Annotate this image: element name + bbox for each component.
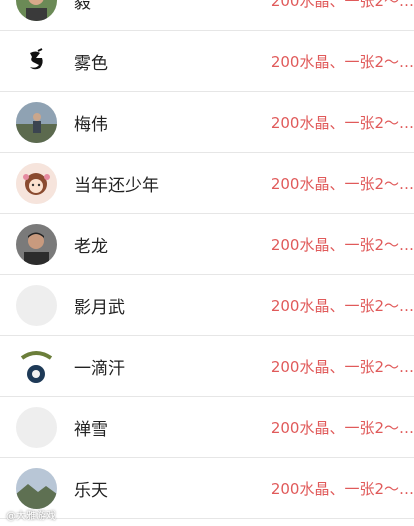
avatar[interactable] xyxy=(16,163,57,204)
list-item[interactable]: 一滴汗 200水晶、一张2～… xyxy=(0,336,414,397)
calligraphy-glyph-icon xyxy=(16,41,57,82)
user-list: 毅 200水晶、一张2～… 雾色 200水晶、一张2～… 梅伟 200水晶、一张… xyxy=(0,0,414,519)
empty-avatar-placeholder[interactable] xyxy=(16,285,57,326)
list-item[interactable]: 雾色 200水晶、一张2～… xyxy=(0,31,414,92)
paraglider-icon xyxy=(16,346,57,387)
avatar[interactable] xyxy=(16,224,57,265)
avatar[interactable] xyxy=(16,346,57,387)
price-text: 200水晶、一张2～… xyxy=(270,296,414,315)
user-name: 一滴汗 xyxy=(74,358,125,379)
list-item[interactable]: 影月武 200水晶、一张2～… xyxy=(0,275,414,336)
price-text: 200水晶、一张2～… xyxy=(270,357,414,376)
list-item[interactable]: 梅伟 200水晶、一张2～… xyxy=(0,92,414,153)
list-item[interactable]: 毅 200水晶、一张2～… xyxy=(0,0,414,31)
photo-outdoor-person-icon xyxy=(16,102,57,143)
price-text: 200水晶、一张2～… xyxy=(270,113,414,132)
photo-portrait-male-icon xyxy=(16,0,57,21)
empty-avatar-placeholder[interactable] xyxy=(16,407,57,448)
list-item[interactable]: 当年还少年 200水晶、一张2～… xyxy=(0,153,414,214)
list-item[interactable]: 老龙 200水晶、一张2～… xyxy=(0,214,414,275)
list-item[interactable]: 乐天 200水晶、一张2～… xyxy=(0,458,414,519)
user-name: 雾色 xyxy=(74,53,108,74)
price-text: 200水晶、一张2～… xyxy=(270,479,414,498)
avatar[interactable] xyxy=(16,468,57,509)
user-name: 影月武 xyxy=(74,297,125,318)
user-name: 梅伟 xyxy=(74,114,108,135)
user-name: 乐天 xyxy=(74,480,108,501)
photo-portrait-man-icon xyxy=(16,224,57,265)
user-name: 老龙 xyxy=(74,236,108,257)
avatar[interactable] xyxy=(16,102,57,143)
price-text: 200水晶、一张2～… xyxy=(270,235,414,254)
user-name: 禅雪 xyxy=(74,419,108,440)
anime-girl-icon xyxy=(16,163,57,204)
user-name: 当年还少年 xyxy=(74,175,159,196)
watermark: @大雅游戏 xyxy=(6,511,56,522)
avatar[interactable] xyxy=(16,41,57,82)
user-name: 毅 xyxy=(74,0,91,13)
photo-landscape-icon xyxy=(16,468,57,509)
price-text: 200水晶、一张2～… xyxy=(270,174,414,193)
price-text: 200水晶、一张2～… xyxy=(270,52,414,71)
avatar[interactable] xyxy=(16,0,57,21)
list-item[interactable]: 禅雪 200水晶、一张2～… xyxy=(0,397,414,458)
price-text: 200水晶、一张2～… xyxy=(270,418,414,437)
price-text: 200水晶、一张2～… xyxy=(270,0,414,10)
